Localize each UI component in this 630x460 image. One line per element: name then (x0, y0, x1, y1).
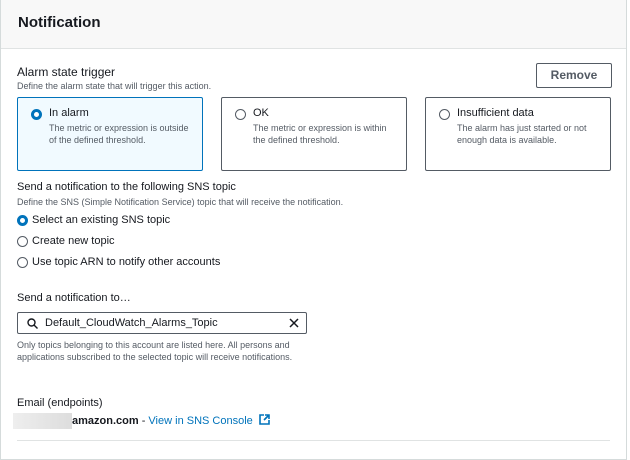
option-description: The metric or expression is outside of t… (49, 123, 189, 145)
radio-icon (235, 109, 246, 120)
option-description: The alarm has just started or not enough… (457, 123, 587, 145)
radio-icon (17, 236, 28, 247)
alarm-state-trigger-description: Define the alarm state that will trigger… (17, 81, 212, 91)
sns-topic-search-input[interactable]: Default_CloudWatch_Alarms_Topic (17, 312, 307, 334)
option-description: The metric or expression is within the d… (253, 123, 387, 145)
view-in-sns-console-link[interactable]: View in SNS Console (148, 415, 252, 427)
send-to-label: Send a notification to… (17, 292, 131, 304)
email-domain: amazon.com (72, 415, 139, 427)
search-icon (27, 318, 38, 329)
separator: - (138, 415, 149, 427)
email-label: Email (endpoints) (17, 397, 103, 409)
option-label: Select an existing SNS topic (32, 214, 171, 226)
email-endpoint: amazon.com - View in SNS Console (72, 414, 270, 427)
external-link-icon[interactable] (259, 414, 270, 425)
alarm-state-trigger-label: Alarm state trigger (17, 65, 116, 79)
panel-title: Notification (18, 14, 101, 31)
panel-header: Notification (1, 0, 626, 49)
trigger-option-insufficient-data[interactable]: Insufficient data The alarm has just sta… (425, 97, 611, 171)
clear-icon[interactable] (289, 318, 299, 328)
sns-option-arn[interactable]: Use topic ARN to notify other accounts (17, 256, 220, 268)
option-title: In alarm (49, 107, 89, 119)
send-to-hint: Only topics belonging to this account ar… (17, 340, 293, 362)
trigger-option-in-alarm[interactable]: In alarm The metric or expression is out… (17, 97, 203, 171)
radio-selected-icon (31, 109, 42, 120)
sns-option-existing[interactable]: Select an existing SNS topic (17, 214, 170, 226)
remove-button[interactable]: Remove (536, 63, 612, 88)
redacted-email (13, 413, 72, 429)
trigger-option-ok[interactable]: OK The metric or expression is within th… (221, 97, 407, 171)
divider (17, 440, 610, 441)
sns-option-create[interactable]: Create new topic (17, 235, 115, 247)
radio-icon (439, 109, 450, 120)
sns-topic-description: Define the SNS (Simple Notification Serv… (17, 197, 344, 207)
radio-selected-icon (17, 215, 28, 226)
option-label: Create new topic (32, 235, 115, 247)
option-title: Insufficient data (457, 107, 534, 119)
option-title: OK (253, 107, 269, 119)
sns-topic-label: Send a notification to the following SNS… (17, 181, 236, 193)
radio-icon (17, 257, 28, 268)
search-value: Default_CloudWatch_Alarms_Topic (45, 317, 218, 329)
option-label: Use topic ARN to notify other accounts (32, 256, 221, 268)
